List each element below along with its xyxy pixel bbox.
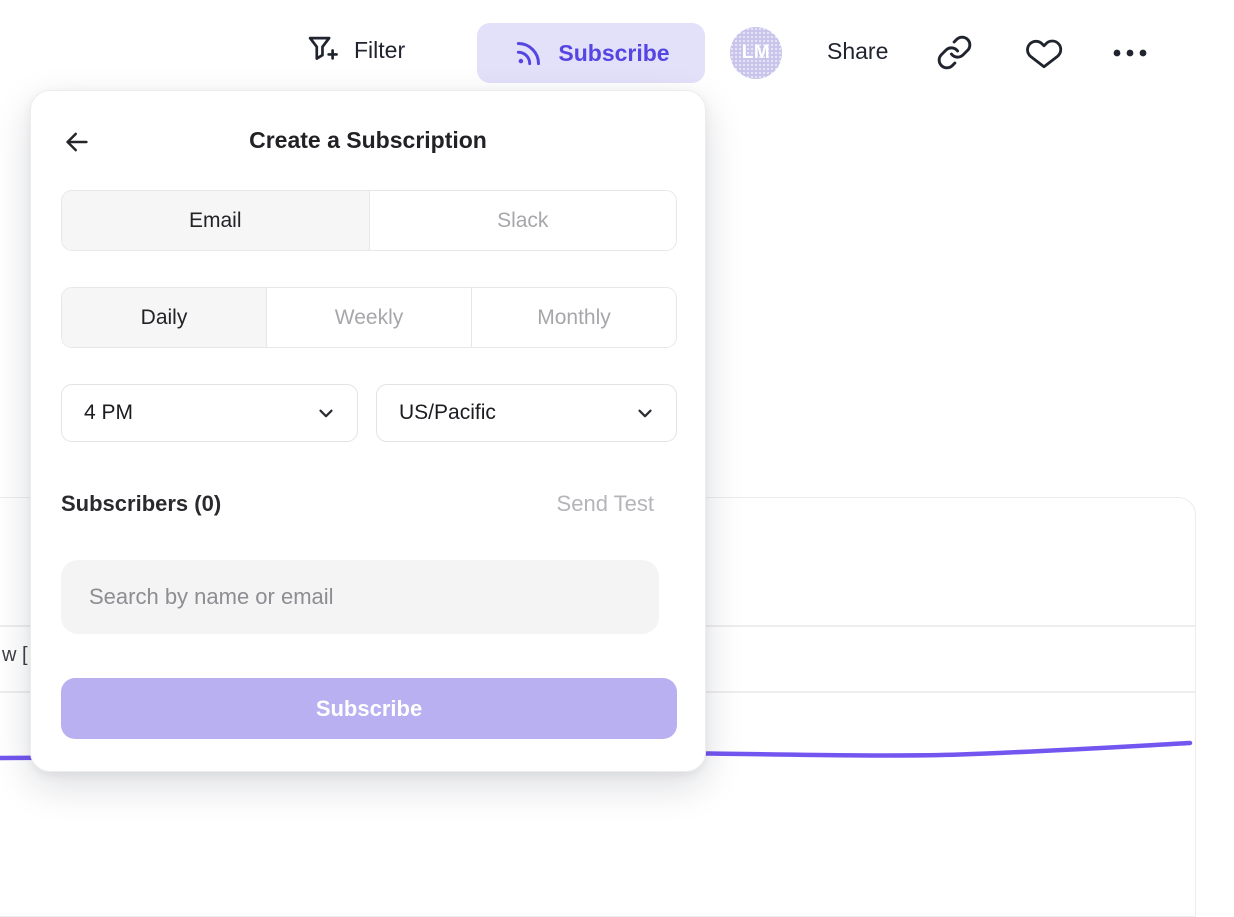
send-test-button[interactable]: Send Test [557, 491, 654, 517]
share-button[interactable]: Share [827, 38, 888, 65]
chevron-down-icon [315, 402, 337, 424]
filter-button[interactable]: Filter [303, 30, 405, 70]
modal-title: Create a Subscription [31, 127, 705, 154]
avatar[interactable]: LM [730, 27, 782, 79]
tab-monthly[interactable]: Monthly [471, 288, 676, 347]
time-select-value: 4 PM [84, 401, 133, 425]
subscriber-search-input[interactable] [61, 560, 659, 634]
tab-weekly[interactable]: Weekly [266, 288, 471, 347]
channel-tabs: Email Slack [61, 190, 677, 251]
subscribe-toolbar-button[interactable]: Subscribe [477, 23, 705, 83]
tab-daily[interactable]: Daily [62, 288, 266, 347]
ellipsis-icon [1110, 40, 1150, 66]
copy-link-button[interactable] [936, 34, 973, 71]
avatar-initials: LM [742, 42, 770, 64]
tab-email[interactable]: Email [62, 191, 369, 250]
chevron-down-icon [634, 402, 656, 424]
more-options-button[interactable] [1110, 40, 1150, 66]
time-select[interactable]: 4 PM [61, 384, 358, 442]
frequency-tabs: Daily Weekly Monthly [61, 287, 677, 348]
subscribers-count-label: Subscribers (0) [61, 491, 221, 517]
favorite-button[interactable] [1024, 33, 1064, 73]
link-icon [936, 34, 973, 71]
filter-label: Filter [354, 37, 405, 64]
share-label: Share [827, 38, 888, 65]
subscribers-row: Subscribers (0) Send Test [61, 491, 677, 521]
tab-slack[interactable]: Slack [369, 191, 677, 250]
rss-icon [512, 36, 546, 70]
heart-icon [1024, 33, 1064, 73]
create-subscription-modal: Create a Subscription Email Slack Daily … [30, 90, 706, 772]
timezone-select-value: US/Pacific [399, 401, 496, 425]
timezone-select[interactable]: US/Pacific [376, 384, 677, 442]
subscribe-label: Subscribe [558, 40, 669, 67]
subscribe-submit-button[interactable]: Subscribe [61, 678, 677, 739]
filter-plus-icon [303, 30, 341, 70]
modal-header: Create a Subscription [31, 125, 705, 159]
